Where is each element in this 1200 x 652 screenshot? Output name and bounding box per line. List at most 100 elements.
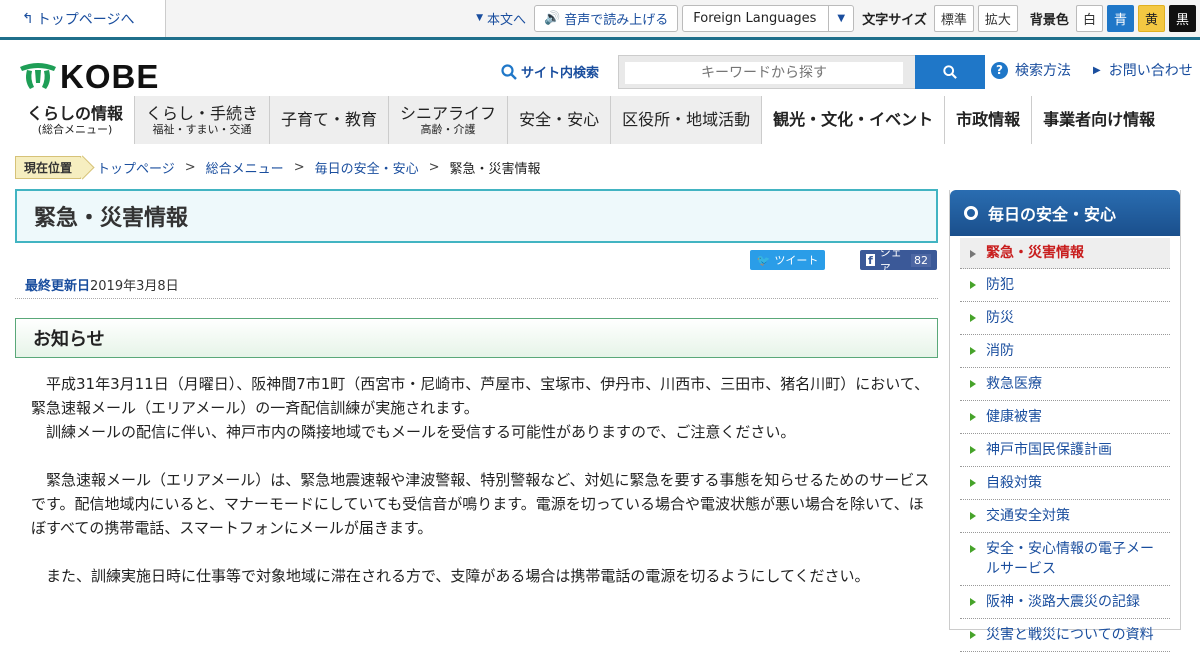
gnav-item-safety[interactable]: 安全・安心 [507, 96, 611, 144]
search-icon [943, 65, 957, 79]
paragraph: また、訓練実施日時に仕事等で対象地域に滞在される方で、支障がある場合は携帯電話の… [46, 567, 870, 585]
tweet-button[interactable]: 🐦 ツイート [750, 250, 825, 270]
breadcrumb-current: 緊急・災害情報 [449, 161, 541, 177]
sidebar-item: 災害と戦災についての資料 [960, 619, 1170, 652]
sidebar-link-disaster-prevention[interactable]: 防災 [986, 310, 1014, 326]
kobe-city-mark-icon [20, 63, 56, 89]
bg-yellow-button[interactable]: 黄 [1137, 4, 1165, 32]
breadcrumb-current-location-tag: 現在位置 [15, 155, 82, 179]
sidebar-item-current: 緊急・災害情報 [960, 238, 1170, 269]
sidebar-list: 緊急・災害情報 防犯 防災 消防 救急医療 健康被害 神戸市国民保護計画 自殺対… [950, 238, 1180, 652]
breadcrumb-separator: > [184, 159, 196, 175]
search-field-wrapper [618, 55, 916, 89]
sidebar-link-earthquake-record[interactable]: 阪神・淡路大震災の記録 [986, 594, 1140, 610]
gnav-item-childcare[interactable]: 子育て・教育 [269, 96, 389, 144]
font-standard-button[interactable]: 標準 [933, 4, 974, 32]
bg-black-button[interactable]: 黒 [1168, 4, 1196, 32]
last-updated: 最終更新日2019年3月8日 [25, 275, 179, 294]
ring-icon [964, 206, 978, 220]
utility-controls: ▼ 本文へ 🔊 音声で読み上げる Foreign Languages ▼ 文字サ… [476, 4, 1196, 32]
gnav-sublabel: (総合メニュー) [37, 122, 113, 136]
search-method-link[interactable]: 検索方法 [1015, 60, 1071, 80]
read-aloud-button[interactable]: 🔊 音声で読み上げる [534, 4, 679, 32]
sidebar-item: 救急医療 [960, 368, 1170, 401]
gnav-item-city-info[interactable]: 市政情報 [944, 96, 1031, 144]
site-search-label: サイト内検索 [501, 62, 599, 81]
share-count: 82 [911, 253, 931, 267]
paragraph: 平成31年3月11日（月曜日）、阪神間7市1町（西宮市・尼崎市、芦屋市、宝塚市、… [31, 375, 930, 417]
gnav-item-ward-office[interactable]: 区役所・地域活動 [610, 96, 762, 144]
sidebar-link-civil-protection[interactable]: 神戸市国民保護計画 [986, 442, 1112, 458]
caret-right-icon: ▶ [1093, 64, 1101, 76]
logo-text: KOBE [60, 58, 160, 95]
sidebar-link-suicide-prevention[interactable]: 自殺対策 [986, 475, 1042, 491]
gnav-label: 事業者向け情報 [1043, 110, 1156, 129]
sidebar-item: 消防 [960, 335, 1170, 368]
skip-to-content-link[interactable]: ▼ 本文へ [476, 9, 526, 28]
breadcrumb-separator: > [293, 159, 305, 175]
sidebar-link-emergency-medical[interactable]: 救急医療 [986, 376, 1042, 392]
article-body: 平成31年3月11日（月曜日）、阪神間7市1町（西宮市・尼崎市、芦屋市、宝塚市、… [31, 372, 934, 588]
sidebar-link-fire[interactable]: 消防 [986, 343, 1014, 359]
sidebar-item: 健康被害 [960, 401, 1170, 434]
read-aloud-label: 音声で読み上げる [564, 12, 669, 28]
facebook-icon: f [866, 253, 875, 267]
share-label: シェア [879, 246, 902, 275]
breadcrumb-link-top[interactable]: トップページ [97, 158, 175, 177]
gnav-item-senior[interactable]: シニアライフ 高齢・介護 [388, 96, 508, 144]
search-input[interactable] [625, 62, 903, 84]
language-select[interactable]: Foreign Languages ▼ [682, 4, 855, 32]
gnav-label: くらし・手続き [146, 103, 259, 123]
sidebar-item: 神戸市国民保護計画 [960, 434, 1170, 467]
breadcrumb-link-menu[interactable]: 総合メニュー [206, 158, 284, 177]
sidebar-link-health-damage[interactable]: 健康被害 [986, 409, 1042, 425]
top-page-link-label: トップページへ [36, 11, 135, 28]
sidebar-item: 自殺対策 [960, 467, 1170, 500]
kobe-logo[interactable]: KOBE [18, 58, 159, 96]
font-large-button[interactable]: 拡大 [977, 4, 1018, 32]
sidebar-heading: 毎日の安全・安心 [950, 190, 1180, 236]
sidebar-item: 交通安全対策 [960, 500, 1170, 533]
bg-blue-button[interactable]: 青 [1106, 4, 1134, 32]
gnav-label: シニアライフ [400, 103, 497, 123]
skip-label: 本文へ [487, 12, 527, 28]
sidebar-link-traffic-safety[interactable]: 交通安全対策 [986, 508, 1070, 524]
sidebar-item: 阪神・淡路大震災の記録 [960, 586, 1170, 619]
sidebar: 毎日の安全・安心 緊急・災害情報 防犯 防災 消防 救急医療 健康被害 神戸市国… [949, 190, 1181, 652]
breadcrumb-separator: > [428, 159, 440, 175]
sidebar-link-crime[interactable]: 防犯 [986, 277, 1014, 293]
facebook-share-button[interactable]: f シェア 82 [860, 246, 937, 275]
last-updated-date: 2019年3月8日 [90, 279, 179, 294]
sidebar-item: 防犯 [960, 269, 1170, 302]
global-nav: くらしの情報 (総合メニュー) くらし・手続き 福祉・すまい・交通 子育て・教育… [16, 96, 1166, 144]
caret-down-icon: ▼ [476, 13, 484, 23]
top-page-link[interactable]: ↰ トップページへ [0, 0, 166, 37]
search-button[interactable] [915, 55, 985, 89]
sidebar-link-war-records[interactable]: 災害と戦災についての資料 [986, 627, 1154, 643]
sidebar-link-email-service[interactable]: 安全・安心情報の電子メールサービス [986, 541, 1154, 577]
font-size-label: 文字サイズ [862, 12, 927, 28]
contact-link[interactable]: お問い合わせ [1109, 60, 1193, 80]
gnav-label: くらしの情報 [27, 103, 124, 123]
gnav-item-life-info[interactable]: くらしの情報 (総合メニュー) [16, 96, 134, 144]
bg-white-button[interactable]: 白 [1075, 4, 1103, 32]
language-select-value: Foreign Languages [683, 5, 830, 31]
gnav-label: 市政情報 [956, 110, 1021, 129]
return-arrow-icon: ↰ [22, 10, 34, 27]
sidebar-item: 防災 [960, 302, 1170, 335]
gnav-label: 安全・安心 [519, 110, 600, 129]
header-help-links: ? 検索方法 ▶ お問い合わせ [991, 60, 1193, 80]
sidebar-item: 安全・安心情報の電子メールサービス [960, 533, 1170, 586]
speaker-icon: 🔊 [544, 10, 561, 26]
twitter-bird-icon: 🐦 [756, 253, 771, 267]
utility-bar: ↰ トップページへ ▼ 本文へ 🔊 音声で読み上げる Foreign Langu… [0, 0, 1200, 40]
gnav-item-tourism[interactable]: 観光・文化・イベント [761, 96, 944, 144]
gnav-sublabel: 高齢・介護 [420, 122, 476, 136]
gnav-item-business[interactable]: 事業者向け情報 [1031, 96, 1166, 144]
gnav-item-procedures[interactable]: くらし・手続き 福祉・すまい・交通 [134, 96, 270, 144]
paragraph: 訓練メールの配信に伴い、神戸市内の隣接地域でもメールを受信する可能性がありますの… [46, 423, 796, 441]
gnav-label: 区役所・地域活動 [622, 110, 751, 129]
breadcrumb-link-safety[interactable]: 毎日の安全・安心 [315, 158, 419, 177]
site-search-label-text: サイト内検索 [521, 66, 600, 81]
sidebar-heading-label: 毎日の安全・安心 [988, 205, 1117, 224]
